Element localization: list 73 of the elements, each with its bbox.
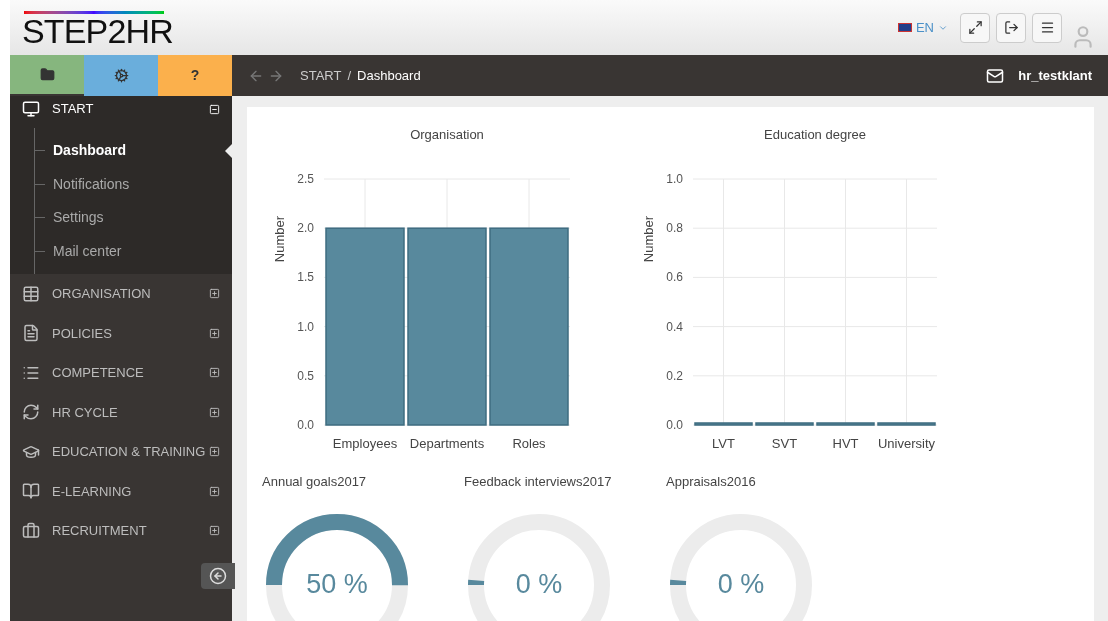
flag-icon xyxy=(897,23,912,32)
sidebar-tab[interactable]: ? xyxy=(158,55,232,96)
chart-title: Education degree xyxy=(764,127,866,142)
expand-icon xyxy=(209,406,220,418)
expand-icon xyxy=(209,485,220,497)
gauge-title: Appraisals2016 xyxy=(666,473,756,491)
collapse-sidebar-button[interactable] xyxy=(201,562,235,589)
sidebar-item[interactable]: POLICIES xyxy=(10,313,232,353)
axis-tick-label: HVT xyxy=(832,436,859,451)
axis-tick-label: University xyxy=(877,436,936,451)
axis-tick-label: 0.6 xyxy=(666,270,683,285)
expand-icon xyxy=(209,288,220,300)
gauge-value: 0 % xyxy=(515,568,563,602)
axis-title: Number xyxy=(272,215,287,263)
axis-tick-label: 0.4 xyxy=(666,319,683,334)
menu-button[interactable] xyxy=(1032,12,1062,43)
gauge-title: Annual goals2017 xyxy=(262,473,367,491)
axis-tick-label: 1.0 xyxy=(297,319,314,334)
gauge-value: 50 % xyxy=(306,568,368,602)
sidebar-item[interactable]: START xyxy=(10,96,232,122)
sidebar-tab[interactable] xyxy=(10,55,84,96)
axis-tick-label: Employees xyxy=(332,436,398,451)
axis-tick-label: Departments xyxy=(409,436,485,451)
book-icon xyxy=(22,482,40,501)
monitor-icon xyxy=(22,100,40,118)
submenu-item[interactable]: Notifications xyxy=(53,173,130,195)
breadcrumb-link[interactable]: Dashboard xyxy=(357,65,421,86)
breadcrumb-link[interactable]: START xyxy=(300,65,342,86)
axis-tick-label: LVT xyxy=(712,436,735,451)
submenu-item[interactable]: Settings xyxy=(53,207,104,229)
submenu-item[interactable]: Mail center xyxy=(53,240,122,262)
breadcrumb-separator: / xyxy=(347,66,352,85)
sidebar-tab[interactable] xyxy=(84,55,158,96)
logo[interactable]: STEP2HR xyxy=(22,6,172,49)
gauge-value: 0 % xyxy=(717,568,765,602)
gauge-title: Feedback interviews2017 xyxy=(464,473,612,491)
sidebar-item[interactable]: RECRUITMENT xyxy=(10,511,232,551)
axis-title: Number xyxy=(641,215,656,263)
folder-icon xyxy=(39,67,55,82)
axis-tick-label: 1.0 xyxy=(666,172,683,186)
expand-icon xyxy=(209,327,220,339)
axis-tick-label: 1.5 xyxy=(297,270,314,285)
mail-icon[interactable] xyxy=(986,66,1005,85)
expand-icon xyxy=(209,525,220,537)
submenu-item[interactable]: Dashboard xyxy=(53,140,127,162)
menu-icon xyxy=(1039,20,1055,35)
cycle-arrows-icon xyxy=(22,403,40,422)
axis-tick-label: 2.5 xyxy=(297,172,314,186)
sidebar-item[interactable]: COMPETENCE xyxy=(10,353,232,393)
expand-icon xyxy=(209,367,220,379)
document-icon xyxy=(22,324,40,343)
axis-tick-label: 2.0 xyxy=(297,221,314,236)
logout-button[interactable] xyxy=(996,12,1026,43)
axis-tick-label: 0.0 xyxy=(666,418,683,432)
sidebar-item[interactable]: E-LEARNING xyxy=(10,471,232,511)
sidebar-item[interactable]: ORGANISATION xyxy=(10,274,232,314)
sidebar-item[interactable]: HR CYCLE xyxy=(10,392,232,432)
expand-icon xyxy=(209,446,220,458)
axis-tick-label: Roles xyxy=(512,436,546,451)
grid-icon xyxy=(22,284,40,303)
expand-arrows-icon xyxy=(967,20,983,35)
fullscreen-button[interactable] xyxy=(960,12,990,43)
chart-title: Organisation xyxy=(410,127,484,142)
axis-tick-label: 0.5 xyxy=(297,368,314,383)
axis-tick-label: 0.2 xyxy=(666,368,683,383)
sidebar-item[interactable]: EDUCATION & TRAINING xyxy=(10,432,232,472)
axis-tick-label: 0.0 xyxy=(297,418,314,432)
briefcase-icon xyxy=(22,521,40,540)
axis-tick-label: 0.8 xyxy=(666,221,683,236)
left-arrow-circle-icon xyxy=(209,566,227,585)
collapse-icon xyxy=(209,103,220,115)
axis-tick-label: SVT xyxy=(771,436,798,451)
username[interactable]: hr_testklant xyxy=(1018,65,1092,86)
